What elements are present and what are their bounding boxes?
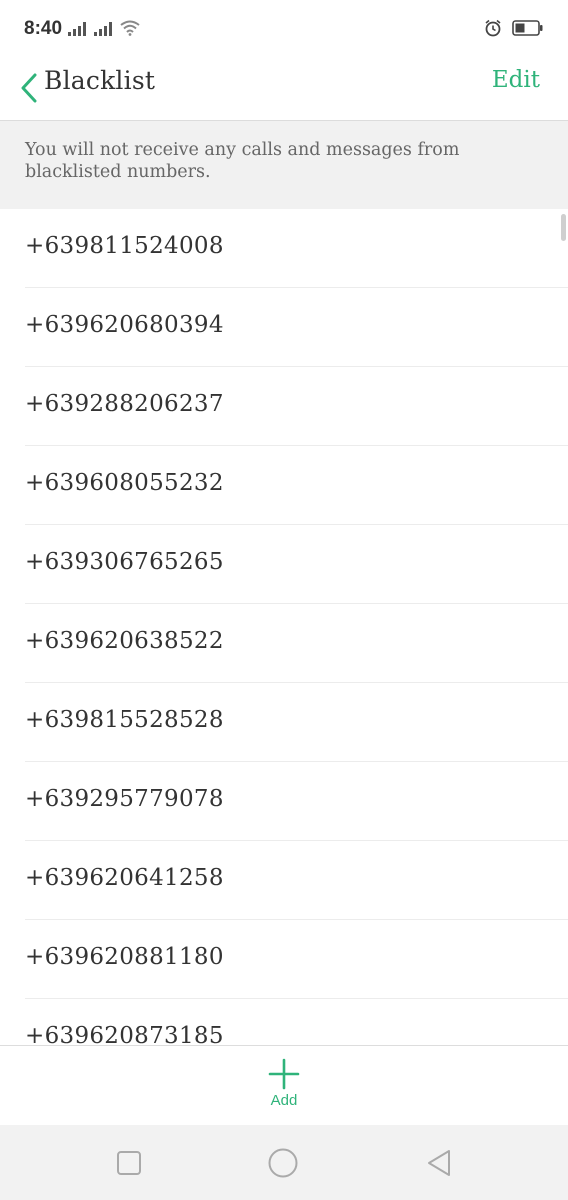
list-item[interactable]: +639295779078 [25,762,568,841]
list-item[interactable]: +639620873185 [25,999,568,1045]
home-button[interactable] [265,1145,301,1181]
status-bar: 8:40 [0,0,568,56]
phone-number: +639620641258 [25,865,224,891]
title-bar: Blacklist Edit [0,56,568,120]
list-item[interactable]: +639811524008 [25,209,568,288]
recents-button[interactable] [111,1145,147,1181]
phone-number: +639608055232 [25,470,224,496]
list-item[interactable]: +639620680394 [25,288,568,367]
list-item[interactable]: +639306765265 [25,525,568,604]
alarm-icon [484,19,502,41]
bottom-action-bar: Add [0,1045,568,1125]
blacklist-list[interactable]: +639811524008 +639620680394 +63928820623… [0,209,568,1045]
phone-number: +639295779078 [25,786,224,812]
list-item[interactable]: +639815528528 [25,683,568,762]
scrollbar[interactable] [561,214,566,241]
status-icons-right [484,19,544,41]
phone-number: +639811524008 [25,233,224,259]
add-label: Add [270,1092,298,1109]
wifi-icon [120,20,140,40]
signal-icon [68,21,88,40]
phone-number: +639620873185 [25,1023,224,1045]
phone-number: +639620638522 [25,628,224,654]
add-button[interactable]: Add [244,1058,324,1120]
chevron-left-icon [21,73,37,103]
list-item[interactable]: +639288206237 [25,367,568,446]
back-button[interactable] [14,66,44,110]
page-title: Blacklist [44,66,156,95]
status-time: 8:40 [24,18,63,39]
system-nav-bar [0,1125,568,1200]
phone-number: +639815528528 [25,707,224,733]
list-item[interactable]: +639608055232 [25,446,568,525]
info-banner: You will not receive any calls and messa… [0,120,568,209]
phone-number: +639288206237 [25,391,224,417]
circle-icon [268,1148,298,1178]
status-icons-left [68,20,140,40]
square-icon [117,1151,141,1175]
back-nav-button[interactable] [421,1145,457,1181]
phone-number: +639620680394 [25,312,224,338]
list-item[interactable]: +639620641258 [25,841,568,920]
edit-button[interactable]: Edit [492,67,540,93]
battery-icon [512,20,544,40]
list-item[interactable]: +639620881180 [25,920,568,999]
signal-icon [94,21,114,40]
info-text: You will not receive any calls and messa… [25,140,460,182]
phone-number: +639620881180 [25,944,224,970]
phone-number: +639306765265 [25,549,224,575]
triangle-back-icon [428,1150,450,1176]
list-item[interactable]: +639620638522 [25,604,568,683]
plus-icon [268,1058,300,1090]
